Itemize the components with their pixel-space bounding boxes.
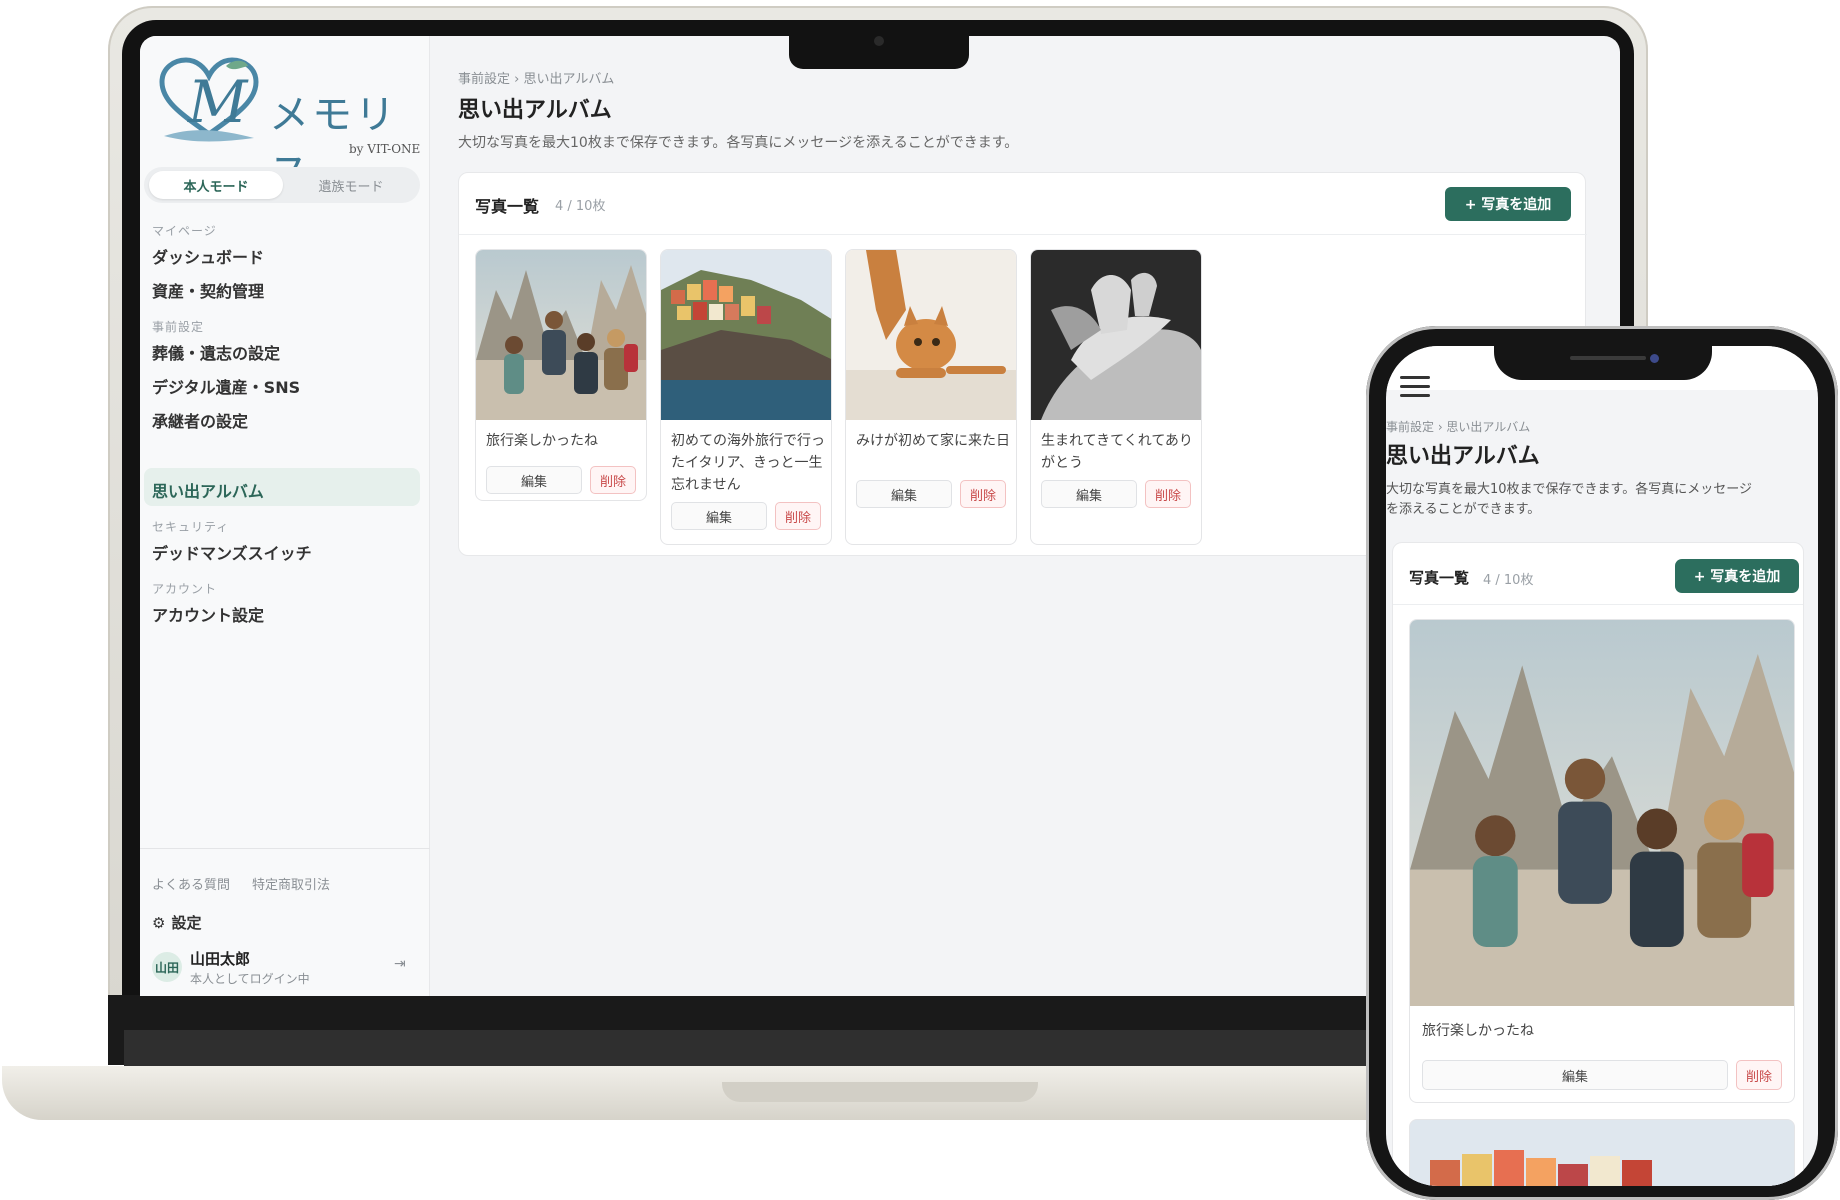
- logo-sub: by VIT-ONE: [349, 142, 421, 156]
- laptop-opening-notch: [722, 1082, 1038, 1102]
- photo-cat-image: [846, 250, 1016, 420]
- phone-speaker: [1570, 356, 1646, 360]
- edit-button[interactable]: 編集: [671, 502, 767, 530]
- mobile-photo-travel-image: [1410, 620, 1794, 1006]
- sidebar-item-digital-legacy[interactable]: デジタル遺産・SNS: [152, 374, 300, 398]
- photo-card[interactable]: 旅行楽しかったね 編集 削除: [475, 249, 647, 501]
- photo-list-title: 写真一覧: [475, 197, 540, 216]
- settings-button[interactable]: ⚙ 設定: [152, 912, 201, 933]
- mobile-edit-button[interactable]: 編集: [1422, 1060, 1728, 1090]
- page-title: 思い出アルバム: [458, 98, 612, 123]
- breadcrumb: 事前設定 › 思い出アルバム: [458, 72, 615, 87]
- mobile-page-title: 思い出アルバム: [1386, 444, 1540, 469]
- user-status: 本人としてログイン中: [190, 972, 310, 986]
- delete-button[interactable]: 削除: [590, 466, 636, 494]
- photo-caption: 初めての海外旅行で行ったイタリア、きっと一生忘れません: [671, 433, 825, 493]
- section-label-presettings: 事前設定: [152, 320, 205, 334]
- phone-front-camera: [1650, 354, 1659, 363]
- photo-caption: 生まれてきてくれてありがとう: [1041, 433, 1193, 471]
- mobile-photo-caption: 旅行楽しかったね: [1422, 1023, 1534, 1039]
- gear-icon: ⚙: [152, 914, 166, 932]
- mobile-add-photo-button[interactable]: + 写真を追加: [1675, 559, 1799, 593]
- photo-travel-image: [476, 250, 646, 420]
- user-name: 山田太郎: [190, 950, 251, 968]
- mobile-page-description-line2: を添えることができます。: [1386, 502, 1541, 517]
- mobile-photo-list-title: 写真一覧: [1409, 569, 1470, 587]
- photo-card[interactable]: 初めての海外旅行で行ったイタリア、きっと一生忘れません 編集 削除: [660, 249, 832, 545]
- add-photo-button[interactable]: + 写真を追加: [1445, 187, 1571, 221]
- photo-card[interactable]: みけが初めて家に来た日 編集 削除: [845, 249, 1017, 545]
- edit-button[interactable]: 編集: [486, 466, 582, 494]
- delete-button[interactable]: 削除: [960, 480, 1006, 508]
- settings-label: 設定: [171, 914, 202, 932]
- sidebar: M メモリス by VIT-ONE 本人モード 遺族モード マイページ ダッシュ…: [140, 36, 430, 996]
- sidebar-item-assets[interactable]: 資産・契約管理: [152, 278, 264, 302]
- edit-button[interactable]: 編集: [1041, 480, 1137, 508]
- photo-italy-image: [661, 250, 831, 420]
- svg-text:M: M: [187, 68, 249, 136]
- mobile-delete-button[interactable]: 削除: [1736, 1060, 1782, 1090]
- faq-link[interactable]: よくある質問: [152, 874, 230, 893]
- phone-screen: 事前設定 › 思い出アルバム 思い出アルバム 大切な写真を最大10枚まで保存でき…: [1386, 346, 1818, 1186]
- page-description: 大切な写真を最大10枚まで保存できます。各写真にメッセージを添えることができます…: [458, 135, 1019, 151]
- delete-button[interactable]: 削除: [775, 502, 821, 530]
- section-label-mypage: マイページ: [152, 224, 217, 238]
- mobile-photo-count: 4 / 10枚: [1483, 573, 1534, 588]
- sidebar-item-account-settings[interactable]: アカウント設定: [152, 602, 264, 626]
- mobile-photo-card[interactable]: 旅行楽しかったね 編集 削除: [1409, 619, 1795, 1103]
- mobile-page-description-line1: 大切な写真を最大10枚まで保存できます。各写真にメッセージ: [1386, 482, 1752, 497]
- sidebar-item-dashboard[interactable]: ダッシュボード: [152, 244, 264, 268]
- photo-caption: 旅行楽しかったね: [486, 433, 598, 449]
- photo-count: 4 / 10枚: [555, 199, 606, 214]
- sidebar-divider: [140, 848, 430, 849]
- mobile-breadcrumb: 事前設定 › 思い出アルバム: [1386, 420, 1531, 434]
- mobile-photo-list-card: 写真一覧 4 / 10枚 + 写真を追加 旅行楽しかったね 編集 削除: [1392, 542, 1804, 1186]
- photo-card[interactable]: 生まれてきてくれてありがとう 編集 削除: [1030, 249, 1202, 545]
- avatar: 山田: [152, 952, 182, 982]
- app-logo[interactable]: M メモリス by VIT-ONE: [154, 56, 424, 196]
- sidebar-item-deadman-switch[interactable]: デッドマンズスイッチ: [152, 540, 312, 564]
- logo-heart-icon: M: [159, 57, 259, 142]
- section-label-security: セキュリティ: [152, 520, 230, 534]
- photo-list-header: 写真一覧 4 / 10枚 + 写真を追加: [459, 173, 1587, 235]
- edit-button[interactable]: 編集: [856, 480, 952, 508]
- legal-link[interactable]: 特定商取引法: [252, 874, 330, 893]
- logout-icon[interactable]: ⇥: [394, 956, 406, 972]
- laptop-camera: [874, 36, 884, 46]
- sidebar-item-funeral[interactable]: 葬儀・遺志の設定: [152, 340, 280, 364]
- sidebar-item-successor[interactable]: 承継者の設定: [152, 408, 248, 432]
- photo-baby-hands-image: [1031, 250, 1201, 420]
- mode-self-button[interactable]: 本人モード: [149, 171, 283, 199]
- photo-caption: みけが初めて家に来た日: [856, 433, 1010, 449]
- mobile-photo-italy-image: [1410, 1120, 1794, 1186]
- mobile-photo-card-next[interactable]: [1409, 1119, 1795, 1186]
- sidebar-item-album[interactable]: 思い出アルバム: [152, 478, 264, 502]
- mode-toggle: 本人モード 遺族モード: [144, 167, 420, 203]
- hamburger-menu-icon[interactable]: [1400, 376, 1430, 398]
- section-label-account: アカウント: [152, 582, 218, 596]
- mode-family-button[interactable]: 遺族モード: [284, 171, 418, 199]
- delete-button[interactable]: 削除: [1145, 480, 1191, 508]
